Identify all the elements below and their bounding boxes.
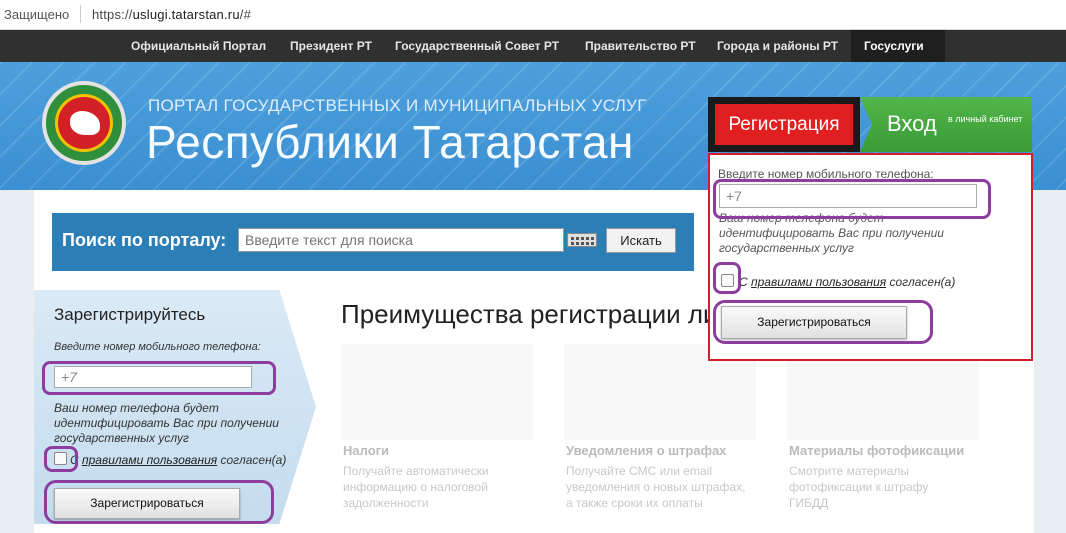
nav-cities[interactable]: Города и районы РТ xyxy=(717,39,838,53)
phone-note: Ваш номер телефона будет идентифицироват… xyxy=(54,401,279,445)
nav-state-council[interactable]: Государственный Совет РТ xyxy=(395,39,559,53)
popup-agree-prefix: С xyxy=(739,275,748,289)
url-text[interactable]: https://uslugi.tatarstan.ru/# xyxy=(92,7,251,22)
phone-input[interactable]: +7 xyxy=(54,366,252,388)
nav-gosuslugi[interactable]: Госуслуги xyxy=(864,39,924,53)
agree-prefix: С xyxy=(70,453,79,467)
search-bar: Поиск по порталу: Искать xyxy=(52,213,694,271)
tab-login-label: Вход xyxy=(887,111,937,136)
popup-phone-hint: Введите номер мобильного телефона: xyxy=(718,167,934,181)
tile-heading: Материалы фотофиксации xyxy=(789,443,965,458)
agree-checkbox[interactable] xyxy=(54,452,67,465)
tile-text: Смотрите материалы фотофиксации к штрафу… xyxy=(789,464,929,510)
tab-login[interactable]: Вход в личный кабинет xyxy=(860,97,1032,152)
agree-text: С правилами пользования согласен(а) xyxy=(70,453,286,467)
nav-government[interactable]: Правительство РТ xyxy=(585,39,696,53)
url-scheme: https:// xyxy=(92,7,133,22)
portal-subtitle: ПОРТАЛ ГОСУДАРСТВЕННЫХ И МУНИЦИПАЛЬНЫХ У… xyxy=(148,96,647,115)
nav-official-portal[interactable]: Официальный Портал xyxy=(131,39,266,53)
popup-register-button[interactable]: Зарегистрироваться xyxy=(721,306,907,339)
popup-phone-input[interactable]: +7 xyxy=(719,184,977,208)
tile-image xyxy=(341,344,533,440)
agree-suffix: согласен(а) xyxy=(220,453,287,467)
popup-rules-link[interactable]: правилами пользования xyxy=(751,275,886,289)
tile-text: Получайте СМС или email уведомления о но… xyxy=(566,464,746,510)
tab-register-label: Регистрация xyxy=(715,104,853,145)
search-button[interactable]: Искать xyxy=(606,228,676,253)
tile-heading: Уведомления о штрафах xyxy=(566,443,727,458)
nav-president[interactable]: Президент РТ xyxy=(290,39,372,53)
tile-heading: Налоги xyxy=(343,443,390,458)
top-navigation: Официальный Портал Президент РТ Государс… xyxy=(0,30,1066,62)
tab-login-sublabel: в личный кабинет xyxy=(948,114,1023,124)
keyboard-icon[interactable] xyxy=(567,233,597,247)
search-input[interactable] xyxy=(238,228,564,252)
portal-title: Республики Татарстан xyxy=(146,116,634,168)
popup-agree-text: С правилами пользования согласен(а) xyxy=(739,275,955,289)
tile-text: Получайте автоматически информацию о нал… xyxy=(343,464,489,510)
register-title: Зарегистрируйтесь xyxy=(54,305,206,324)
tatarstan-emblem-icon[interactable] xyxy=(42,81,126,165)
phone-hint: Введите номер мобильного телефона: xyxy=(54,341,261,353)
search-label: Поиск по порталу: xyxy=(62,230,227,250)
emblem-leopard xyxy=(70,111,100,135)
tab-register[interactable]: Регистрация xyxy=(708,97,860,152)
advantages-title: Преимущества регистрации лич xyxy=(341,299,732,329)
popup-agree-suffix: согласен(а) xyxy=(889,275,956,289)
popup-phone-note: Ваш номер телефона будет идентифицироват… xyxy=(719,211,944,255)
emblem-shield xyxy=(55,94,113,152)
popup-agree-checkbox[interactable] xyxy=(721,274,734,287)
rules-link[interactable]: правилами пользования xyxy=(82,453,217,467)
address-bar[interactable]: Защищено https://uslugi.tatarstan.ru/# xyxy=(0,0,1066,30)
url-path: /# xyxy=(239,7,252,22)
secure-label: Защищено xyxy=(4,7,70,22)
url-host: uslugi.tatarstan.ru xyxy=(132,7,240,22)
register-button[interactable]: Зарегистрироваться xyxy=(54,488,240,519)
divider xyxy=(80,5,81,23)
